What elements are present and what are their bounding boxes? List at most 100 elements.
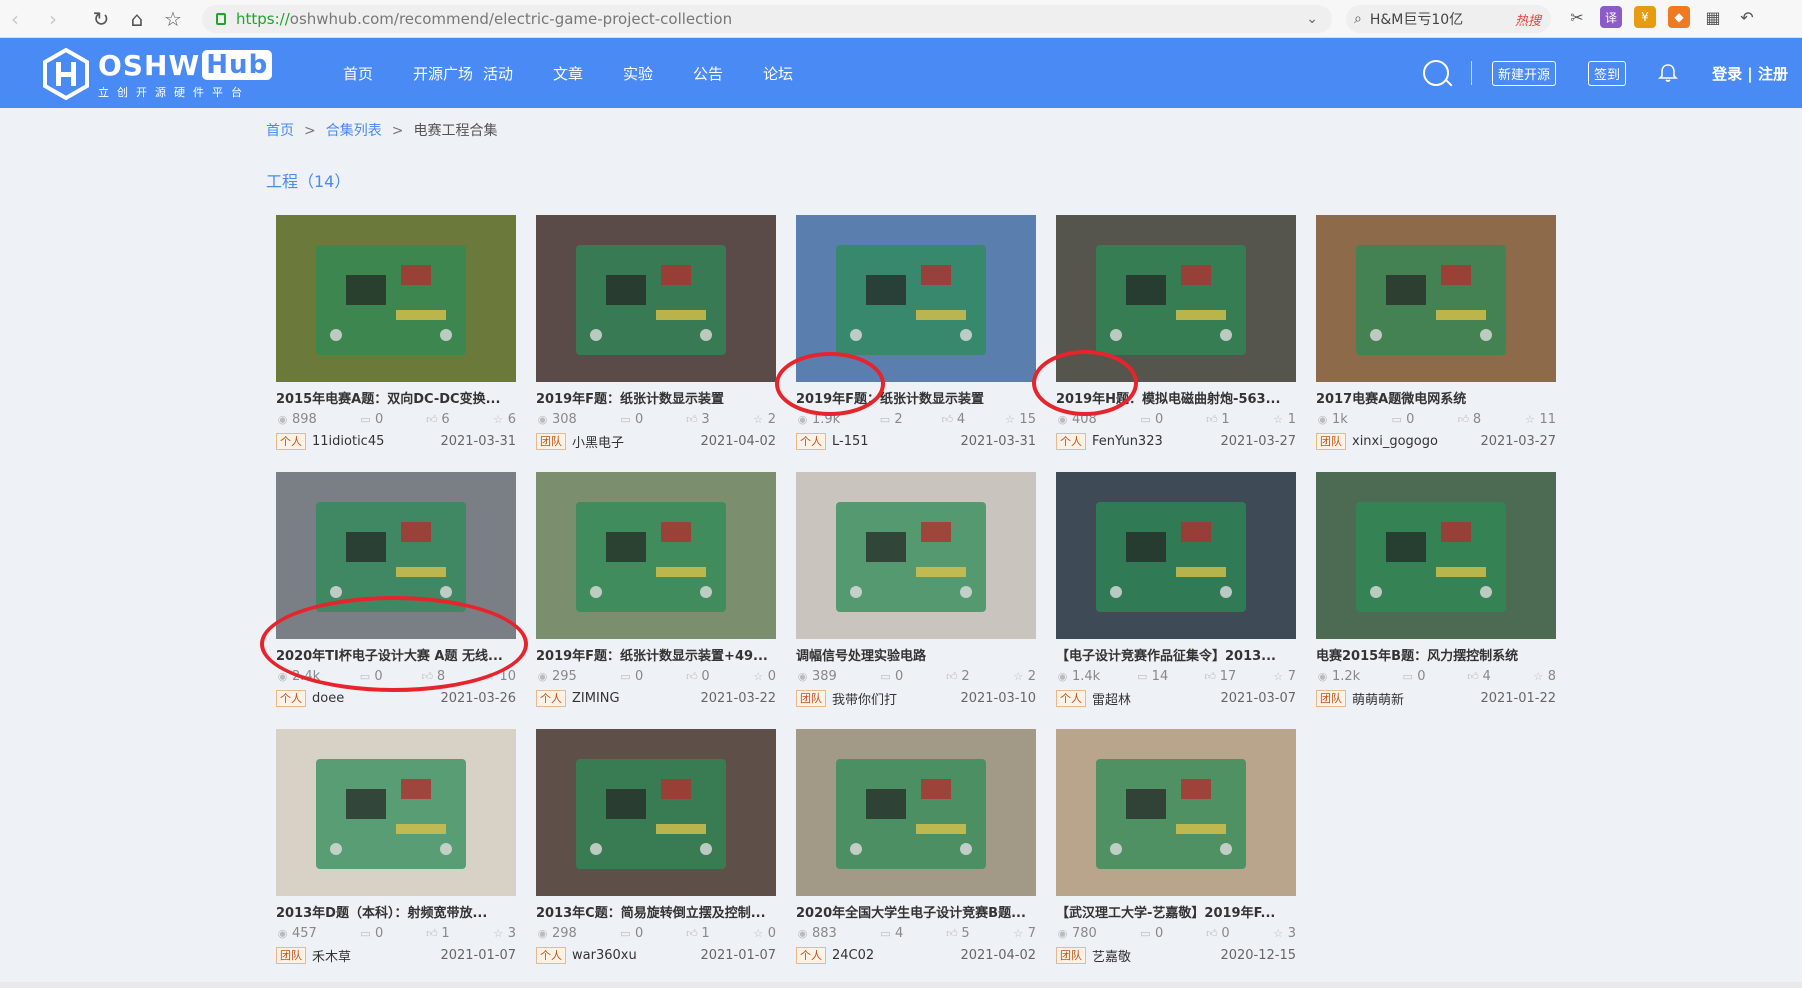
author-name[interactable]: 11idiotic45 <box>312 434 440 449</box>
owner-type-badge: 个人 <box>536 689 566 707</box>
author-name[interactable]: L-151 <box>832 434 960 449</box>
author-name[interactable]: 萌萌萌新 <box>1352 689 1480 708</box>
reload-icon[interactable]: ↻ <box>86 4 116 34</box>
project-card[interactable]: 2015年电赛A题：双向DC-DC变换... ◉ 898 ▭ 0 👍︎ 6 ☆ 6 个人… <box>276 215 516 472</box>
project-title[interactable]: 电赛2015年B题：风力摆控制系统 <box>1316 645 1556 663</box>
nav-forum[interactable]: 论坛 <box>763 63 833 84</box>
project-title[interactable]: 2019年F题：纸张计数显示装置 <box>536 388 776 406</box>
author-name[interactable]: xinxi_gogogo <box>1352 434 1480 449</box>
project-thumbnail[interactable] <box>536 215 776 382</box>
project-thumbnail-image <box>276 215 516 382</box>
eye-icon: ◉ <box>277 926 288 940</box>
project-card[interactable]: 2019年F题：纸张计数显示装置 ◉ 308 ▭ 0 👍︎ 3 ☆ 2 团队 小黑电子 … <box>536 215 776 472</box>
project-thumbnail[interactable] <box>536 472 776 639</box>
project-thumbnail[interactable] <box>796 215 1036 382</box>
breadcrumb-home[interactable]: 首页 <box>266 123 294 139</box>
nav-announcements[interactable]: 公告 <box>693 63 763 84</box>
chevron-down-icon[interactable]: ⌄ <box>1306 11 1318 27</box>
author-name[interactable]: war360xu <box>572 948 700 963</box>
star-icon: ☆ <box>753 412 764 426</box>
bookmark-star-icon[interactable]: ☆ <box>158 4 188 34</box>
comment-icon: ▭ <box>359 669 371 683</box>
project-title[interactable]: 【武汉理工大学-艺嘉敬】2019年F... <box>1056 902 1296 920</box>
project-card[interactable]: 电赛2015年B题：风力摆控制系统 ◉ 1.2k ▭ 0 👍︎ 4 ☆ 8 团队 萌萌萌… <box>1316 472 1556 729</box>
project-card[interactable]: 【武汉理工大学-艺嘉敬】2019年F... ◉ 780 ▭ 0 👍︎ 0 ☆ 3 团队 … <box>1056 729 1296 986</box>
owner-type-badge: 个人 <box>536 946 566 964</box>
project-card[interactable]: 2019年F题：纸张计数显示装置+49... ◉ 295 ▭ 0 👍︎ 0 ☆ 0 个人… <box>536 472 776 729</box>
star-icon: ☆ <box>1525 412 1535 426</box>
back-icon[interactable]: ‹ <box>0 4 30 34</box>
project-thumbnail[interactable] <box>536 729 776 896</box>
author-name[interactable]: 24C02 <box>832 948 960 963</box>
browser-search-box[interactable]: ⌕ H&M巨亏10亿 热搜 <box>1346 5 1551 33</box>
author-name[interactable]: ZIMING <box>572 691 700 706</box>
breadcrumb-collection-list[interactable]: 合集列表 <box>326 123 382 139</box>
project-thumbnail[interactable] <box>796 472 1036 639</box>
site-logo[interactable]: OSHW Hub 立创开源硬件平台 <box>42 48 273 100</box>
author-name[interactable]: FenYun323 <box>1092 434 1220 449</box>
project-title[interactable]: 2019年F题：纸张计数显示装置 <box>796 388 1036 406</box>
author-name[interactable]: 小黑电子 <box>572 432 700 451</box>
project-title[interactable]: 2019年H题：模拟电磁曲射炮-563... <box>1056 388 1296 406</box>
project-title[interactable]: 2019年F题：纸张计数显示装置+49... <box>536 645 776 663</box>
project-card[interactable]: 2013年D题（本科）：射频宽带放... ◉ 457 ▭ 0 👍︎ 1 ☆ 3 团队 禾… <box>276 729 516 986</box>
project-thumbnail[interactable] <box>1316 472 1556 639</box>
search-icon[interactable] <box>1423 60 1450 86</box>
project-title[interactable]: 2013年D题（本科）：射频宽带放... <box>276 902 516 920</box>
project-card[interactable]: 调幅信号处理实验电路 ◉ 389 ▭ 0 👍︎ 2 ☆ 2 团队 我带你们打 2021-… <box>796 472 1036 729</box>
undo-icon[interactable]: ↶ <box>1736 6 1758 28</box>
project-title[interactable]: 2015年电赛A题：双向DC-DC变换... <box>276 388 516 406</box>
apps-grid-icon[interactable]: ▦ <box>1702 6 1724 28</box>
project-title[interactable]: 2020年全国大学生电子设计竞赛B题... <box>796 902 1036 920</box>
project-thumbnail[interactable] <box>276 215 516 382</box>
project-title[interactable]: 2020年TI杯电子设计大赛 A题 无线... <box>276 645 516 663</box>
scissors-icon[interactable]: ✂ <box>1566 6 1588 28</box>
project-card[interactable]: 2020年TI杯电子设计大赛 A题 无线... ◉ 2.4k ▭ 0 👍︎ 8 ☆ 10… <box>276 472 516 729</box>
checkin-button[interactable]: 签到 <box>1588 60 1627 86</box>
project-thumbnail[interactable] <box>1056 215 1296 382</box>
translate-icon[interactable]: 译 <box>1600 6 1622 28</box>
project-card[interactable]: 2020年全国大学生电子设计竞赛B题... ◉ 883 ▭ 4 👍︎ 5 ☆ 7 个人 … <box>796 729 1036 986</box>
project-title[interactable]: 2013年C题：简易旋转倒立摆及控制... <box>536 902 776 920</box>
project-thumbnail-image <box>536 472 776 639</box>
author-name[interactable]: doee <box>312 691 440 706</box>
star-count: 2 <box>767 411 776 427</box>
project-thumbnail[interactable] <box>276 729 516 896</box>
author-name[interactable]: 禾木草 <box>312 946 440 965</box>
project-thumbnail[interactable] <box>1056 472 1296 639</box>
comment-icon: ▭ <box>1402 669 1413 683</box>
project-thumbnail-image <box>276 472 516 639</box>
coupon-icon[interactable]: ¥ <box>1634 6 1656 28</box>
project-thumbnail[interactable] <box>1316 215 1556 382</box>
project-thumbnail[interactable] <box>796 729 1036 896</box>
project-card[interactable]: 2019年H题：模拟电磁曲射炮-563... ◉ 408 ▭ 0 👍︎ 1 ☆ 1 个人… <box>1056 215 1296 472</box>
nav-articles[interactable]: 文章 <box>553 63 623 84</box>
address-bar[interactable]: https:// oshwhub.com/recommend/electric-… <box>202 5 1332 33</box>
project-card[interactable]: 2019年F题：纸张计数显示装置 ◉ 1.9k ▭ 2 👍︎ 4 ☆ 15 个人 L-1… <box>796 215 1036 472</box>
author-name[interactable]: 雷超林 <box>1092 689 1220 708</box>
project-title[interactable]: 2017电赛A题微电网系统 <box>1316 388 1556 406</box>
project-stats: ◉ 780 ▭ 0 👍︎ 0 ☆ 3 <box>1056 925 1296 941</box>
project-thumbnail[interactable] <box>276 472 516 639</box>
forward-icon[interactable]: › <box>38 4 68 34</box>
author-name[interactable]: 我带你们打 <box>832 689 960 708</box>
project-card[interactable]: 2017电赛A题微电网系统 ◉ 1k ▭ 0 👍︎ 8 ☆ 11 团队 xinxi_go… <box>1316 215 1556 472</box>
project-thumbnail[interactable] <box>1056 729 1296 896</box>
project-card[interactable]: 2013年C题：简易旋转倒立摆及控制... ◉ 298 ▭ 0 👍︎ 1 ☆ 0 个人 … <box>536 729 776 986</box>
comment-icon: ▭ <box>879 412 891 426</box>
nav-home[interactable]: 首页 <box>343 63 413 84</box>
nav-open-source-plaza[interactable]: 开源广场 <box>413 63 483 84</box>
hot-search-badge: 热搜 <box>1514 13 1541 29</box>
star-count: 0 <box>767 668 776 684</box>
project-card[interactable]: 【电子设计竞赛作品征集令】2013... ◉ 1.4k ▭ 14 👍︎ 17 ☆ 7 个… <box>1056 472 1296 729</box>
home-icon[interactable]: ⌂ <box>122 4 152 34</box>
author-name[interactable]: 艺嘉敬 <box>1092 946 1220 965</box>
login-register-link[interactable]: 登录 | 注册 <box>1712 63 1788 84</box>
game-icon[interactable]: ◆ <box>1668 6 1690 28</box>
nav-activities[interactable]: 活动 <box>483 63 553 84</box>
new-project-button[interactable]: 新建开源 <box>1492 60 1557 86</box>
nav-experiments[interactable]: 实验 <box>623 63 693 84</box>
project-title[interactable]: 调幅信号处理实验电路 <box>796 645 1036 663</box>
project-title[interactable]: 【电子设计竞赛作品征集令】2013... <box>1056 645 1296 663</box>
bell-icon[interactable] <box>1658 63 1678 83</box>
